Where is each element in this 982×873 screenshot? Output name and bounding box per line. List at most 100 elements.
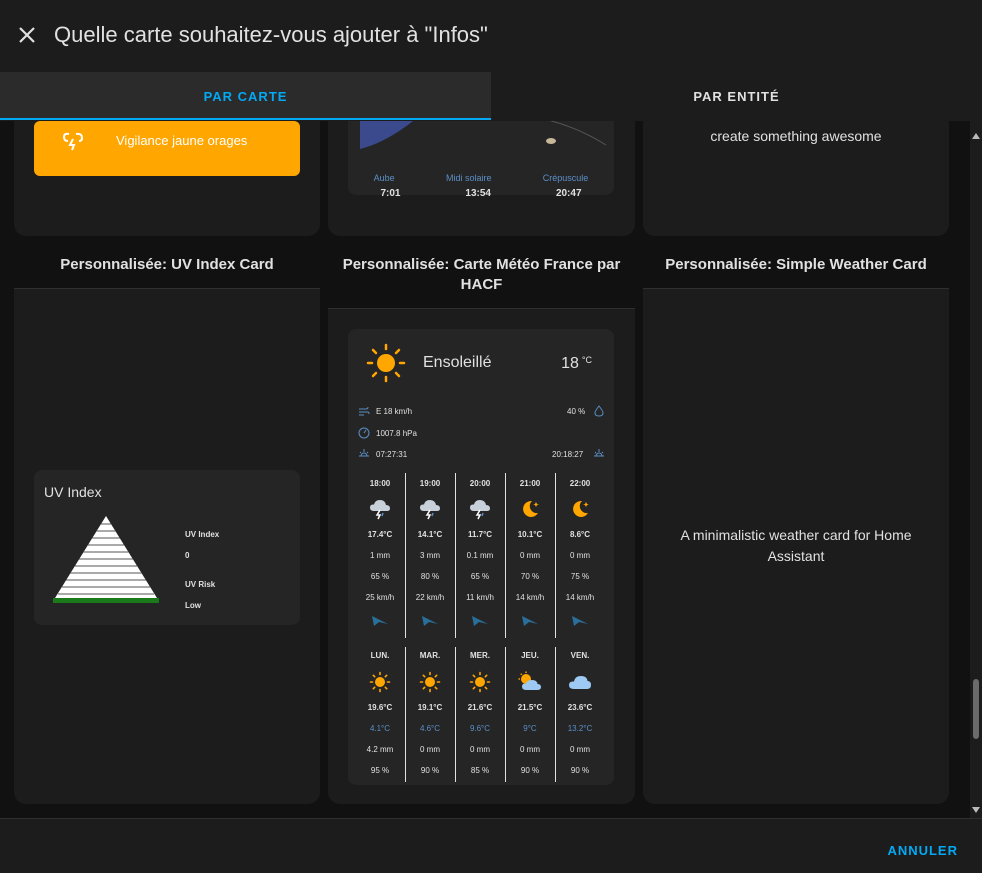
hourly-prob: 65 % [370,572,390,581]
tab-bar: PAR CARTE PAR ENTITÉ [0,72,982,120]
hourly-column: 20:00 11.7°C 0.1 mm 65 % 11 km/h [455,473,505,638]
card-body-uv: UV Index UV Index 0 UV Risk Low [14,288,320,804]
wind-direction-icon [505,613,555,629]
hourly-time: 19:00 [419,479,441,488]
sun-labels: Aube Midi solaire Crépuscule [348,173,614,183]
hourly-column: 18:00 17.4°C 1 mm 65 % 25 km/h [355,473,405,638]
hourly-column: 22:00 8.6°C 0 mm 75 % 14 km/h [555,473,605,638]
hourly-rain: 3 mm [420,551,440,560]
sunny-icon [366,343,406,383]
dialog-title: Quelle carte souhaitez-vous ajouter à "I… [54,22,488,47]
hourly-time: 18:00 [369,479,391,488]
awesome-text: create something awesome [710,128,882,144]
scroll-thumb[interactable] [973,679,979,739]
card-uv-index[interactable]: Personnalisée: UV Index Card UV Index UV… [14,245,320,804]
meteo-pressure: 1007.8 hPa [376,429,417,438]
daily-rain: 0 mm [520,745,540,754]
daily-day: MAR. [419,651,441,660]
sun-times: 7:01 13:54 20:47 [348,188,614,199]
daily-column: VEN. 23.6°C 13.2°C 0 mm 90 % [555,647,605,782]
vigilance-text: Vigilance jaune orages [116,133,248,148]
scrollbar[interactable] [970,121,982,818]
daily-column: JEU. 21.5°C 9°C 0 mm 90 % [505,647,555,782]
uv-risk-value: Low [185,601,201,610]
daily-high: 21.6°C [467,703,493,712]
card-title-uv: Personnalisée: UV Index Card [60,256,274,273]
card-vigilance-preview[interactable]: Vigilance jaune orages [14,121,320,236]
hourly-prob: 65 % [470,572,490,581]
sun-time-noon: 13:54 [465,188,491,199]
uv-index-card: UV Index UV Index 0 UV Risk Low [34,470,300,625]
sunrise-icon [359,449,369,457]
daily-column: LUN. 19.6°C 4.1°C 4.2 mm 95 % [355,647,405,782]
meteo-sunrise: 07:27:31 [376,450,408,459]
tab-par-carte[interactable]: PAR CARTE [0,72,491,120]
sunny-icon [355,671,405,695]
scroll-down-arrow[interactable] [972,807,980,813]
hourly-wind: 14 km/h [515,593,545,602]
daily-prob: 90 % [520,766,540,775]
simple-weather-description: A minimalistic weather card for Home Ass… [680,527,912,564]
meteo-condition: Ensoleillé [423,354,492,371]
uv-heading: UV Index [44,484,102,500]
daily-rain: 0 mm [470,745,490,754]
hourly-wind: 22 km/h [415,593,445,602]
meteo-sunset: 20:18:27 [552,450,584,459]
hourly-temp: 8.6°C [569,530,591,539]
wind-direction-icon [455,613,505,629]
hourly-wind: 11 km/h [466,593,494,602]
hourly-column: 19:00 14.1°C 3 mm 80 % 22 km/h [405,473,455,638]
daily-high: 23.6°C [567,703,593,712]
daily-high: 19.1°C [417,703,443,712]
card-body-simple: A minimalistic weather card for Home Ass… [643,288,949,804]
hourly-wind: 25 km/h [365,593,395,602]
sunset-icon [594,449,604,457]
daily-day: LUN. [370,651,390,660]
sun-card: Aube Midi solaire Crépuscule 7:01 13:54 … [348,121,614,199]
meteo-wind: E 18 km/h [376,407,413,416]
cloudy-icon [555,671,605,695]
daily-prob: 95 % [370,766,390,775]
daily-column: MAR. 19.1°C 4.6°C 0 mm 90 % [405,647,455,782]
sun-label-dawn: Aube [373,173,395,183]
daily-column: MER. 21.6°C 9.6°C 0 mm 85 % [455,647,505,782]
storm-icon [62,132,84,151]
hourly-temp: 10.1°C [517,530,543,539]
sunny-icon [405,671,455,695]
meteo-humidity: 40 % [567,407,586,416]
daily-high: 21.5°C [517,703,543,712]
card-simple-weather[interactable]: Personnalisée: Simple Weather Card A min… [643,245,949,804]
daily-prob: 90 % [420,766,440,775]
gauge-icon [358,427,370,439]
lightning-rainy-icon [455,498,505,522]
close-button[interactable] [14,22,40,48]
hourly-temp: 14.1°C [417,530,443,539]
scroll-up-arrow[interactable] [972,133,980,139]
card-awesome-preview[interactable]: create something awesome [643,121,949,236]
tab-par-entite[interactable]: PAR ENTITÉ [491,72,982,120]
uv-index-label: UV Index [185,530,220,539]
hourly-prob: 80 % [420,572,440,581]
hourly-temp: 17.4°C [367,530,393,539]
card-body-meteo: Ensoleillé 18 °C E 18 km/h 40 % 1007.8 hP [328,308,635,804]
hourly-prob: 75 % [570,572,590,581]
card-meteo-france[interactable]: Personnalisée: Carte Météo France par HA… [328,245,635,804]
dialog-header: Quelle carte souhaitez-vous ajouter à "I… [0,0,982,72]
wind-direction-icon [555,613,605,629]
lightning-rainy-icon [405,498,455,522]
humidity-icon [594,405,604,417]
daily-low: 9.6°C [469,724,491,733]
night-icon [505,498,555,522]
meteo-temperature: 18 °C [561,355,592,373]
lightning-rainy-icon [355,498,405,522]
meteo-temperature-unit: °C [581,355,592,365]
cancel-button[interactable]: ANNULER [887,843,958,858]
hourly-prob: 70 % [520,572,540,581]
sunny-icon [455,671,505,695]
hourly-time: 20:00 [469,479,491,488]
hourly-time: 22:00 [569,479,591,488]
card-sun-preview[interactable]: Aube Midi solaire Crépuscule 7:01 13:54 … [328,121,635,236]
hourly-column: 21:00 10.1°C 0 mm 70 % 14 km/h [505,473,555,638]
sun-label-dusk: Crépuscule [542,173,589,183]
wind-direction-icon [405,613,455,629]
